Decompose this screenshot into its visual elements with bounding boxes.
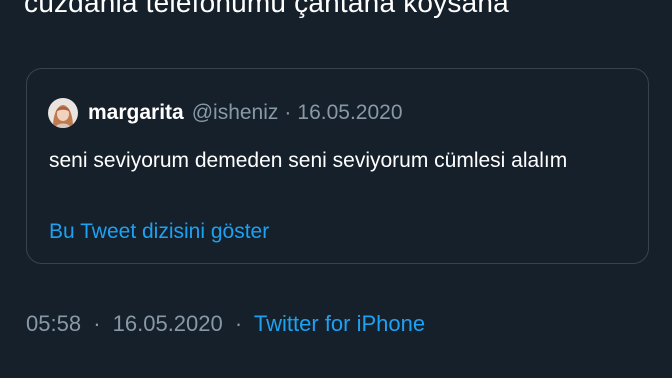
separator-dot: · — [284, 101, 292, 124]
tweet-text: cüzdanla telefonumu çantana koysana — [24, 0, 509, 18]
tweet-source-link[interactable]: Twitter for iPhone — [254, 311, 425, 336]
quoted-date[interactable]: 16.05.2020 — [297, 101, 402, 125]
avatar[interactable] — [48, 98, 78, 128]
separator-dot: · — [93, 311, 101, 336]
quoted-tweet-card[interactable]: margarita @isheniz · 16.05.2020 seni sev… — [26, 68, 649, 264]
separator-dot: · — [234, 311, 243, 336]
quoted-handle[interactable]: @isheniz — [192, 101, 279, 125]
quoted-display-name[interactable]: margarita — [88, 101, 184, 125]
tweet-date[interactable]: 16.05.2020 — [113, 311, 223, 336]
show-thread-link[interactable]: Bu Tweet dizisini göster — [49, 216, 269, 248]
quoted-tweet-text: seni seviyorum demeden seni seviyorum cü… — [49, 149, 568, 172]
tweet-meta: 05:58 · 16.05.2020 · Twitter for iPhone — [26, 308, 425, 340]
quoted-tweet-header: margarita @isheniz · 16.05.2020 — [48, 97, 403, 129]
tweet-time[interactable]: 05:58 — [26, 311, 81, 336]
